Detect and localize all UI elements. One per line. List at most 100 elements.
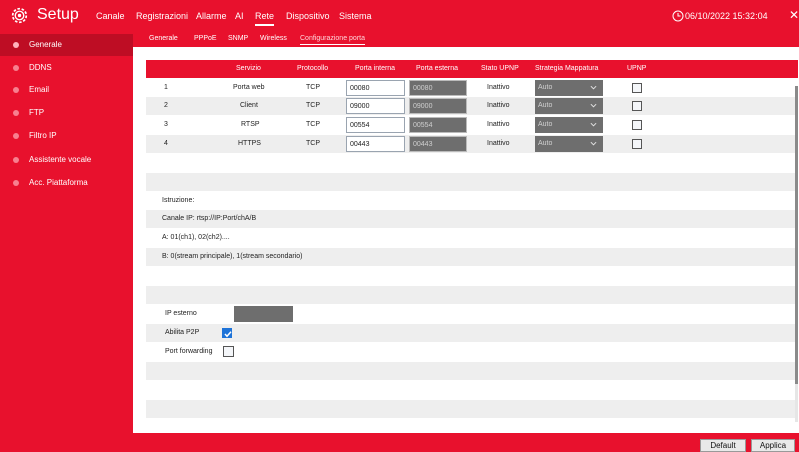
check-icon <box>224 331 232 338</box>
strategy-value: Auto <box>538 140 553 147</box>
tab-snmp[interactable]: SNMP <box>228 35 248 42</box>
mapping-strategy-select: Auto <box>535 136 603 152</box>
bullet-icon <box>13 157 19 163</box>
tab-pppoe[interactable]: PPPoE <box>194 35 217 42</box>
bullet-icon <box>13 87 19 93</box>
tab-configurazione-porta[interactable]: Configurazione porta <box>300 35 365 45</box>
default-button[interactable]: Default <box>700 439 746 452</box>
sidebar-item-ftp[interactable]: FTP <box>0 102 133 124</box>
table-row: 3 RTSP TCP 00554 00554 Inattivo Auto <box>146 116 798 134</box>
mapping-strategy-select: Auto <box>535 98 603 114</box>
sidebar-item-label: DDNS <box>29 63 52 72</box>
datetime: 06/10/2022 15:32:04 <box>685 11 768 21</box>
sidebar-item-email[interactable]: Email <box>0 79 133 101</box>
upnp-checkbox[interactable] <box>632 139 642 149</box>
nav-sistema[interactable]: Sistema <box>339 11 372 21</box>
external-port-input: 00443 <box>409 136 467 152</box>
p2p-label: Abilita P2P <box>165 329 200 336</box>
port-forward-checkbox[interactable] <box>223 346 234 357</box>
upnp-status: Inattivo <box>487 84 510 91</box>
sidebar-item-ddns[interactable]: DDNS <box>0 57 133 79</box>
internal-port-input[interactable]: 00443 <box>346 136 405 152</box>
chevron-down-icon <box>590 103 597 108</box>
protocol: TCP <box>306 140 320 147</box>
sidebar-item-assistente-vocale[interactable]: Assistente vocale <box>0 149 133 171</box>
col-servizio: Servizio <box>236 65 261 72</box>
bullet-icon <box>13 65 19 71</box>
service-name: Client <box>240 102 258 109</box>
sidebar-item-acc-piattaforma[interactable]: Acc. Piattaforma <box>0 172 133 194</box>
strategy-value: Auto <box>538 121 553 128</box>
instruction-heading: Istruzione: <box>162 197 195 204</box>
external-ip-field <box>234 306 293 322</box>
nav-canale[interactable]: Canale <box>96 11 125 21</box>
protocol: TCP <box>306 84 320 91</box>
sidebar-item-generale[interactable]: Generale <box>0 34 133 56</box>
chevron-down-icon <box>590 122 597 127</box>
protocol: TCP <box>306 121 320 128</box>
spacer-row <box>146 400 798 418</box>
service-name: RTSP <box>241 121 260 128</box>
bullet-icon <box>13 42 19 48</box>
col-protocollo: Protocollo <box>297 65 329 72</box>
spacer-row <box>146 173 798 191</box>
nav-ai[interactable]: AI <box>235 11 244 21</box>
table-row: 4 HTTPS TCP 00443 00443 Inattivo Auto <box>146 135 798 153</box>
port-forward-label: Port forwarding <box>165 348 213 355</box>
tab-wireless[interactable]: Wireless <box>260 35 287 42</box>
service-name: Porta web <box>233 84 265 91</box>
internal-port-input[interactable]: 09000 <box>346 98 405 114</box>
instruction-line: A: 01(ch1), 02(ch2).... <box>162 234 230 241</box>
bullet-icon <box>13 133 19 139</box>
row-number: 4 <box>164 140 168 147</box>
apply-button[interactable]: Applica <box>751 439 795 452</box>
sidebar-item-label: Assistente vocale <box>29 155 92 164</box>
instruction-row: A: 01(ch1), 02(ch2).... <box>146 229 798 247</box>
nav-dispositivo[interactable]: Dispositivo <box>286 11 330 21</box>
upnp-checkbox[interactable] <box>632 101 642 111</box>
upnp-checkbox[interactable] <box>632 83 642 93</box>
instruction-line: Canale IP: rtsp://IP:Port/chA/B <box>162 215 257 222</box>
sub-tabs: Generale PPPoE SNMP Wireless Configurazi… <box>133 31 799 47</box>
nav-registrazioni[interactable]: Registrazioni <box>136 11 188 21</box>
protocol: TCP <box>306 102 320 109</box>
col-porta-esterna: Porta esterna <box>416 65 459 72</box>
external-ip-row: IP esterno <box>146 305 798 323</box>
nav-rete[interactable]: Rete <box>255 11 275 26</box>
close-icon[interactable]: ✕ <box>789 9 799 21</box>
external-ip-label: IP esterno <box>165 310 197 317</box>
tab-generale[interactable]: Generale <box>149 35 178 42</box>
internal-port-input[interactable]: 00554 <box>346 117 405 133</box>
strategy-value: Auto <box>538 102 553 109</box>
internal-port-input[interactable]: 00080 <box>346 80 405 96</box>
strategy-value: Auto <box>538 84 553 91</box>
col-stato-upnp: Stato UPNP <box>481 65 519 72</box>
row-number: 3 <box>164 121 168 128</box>
external-port-input: 00080 <box>409 80 467 96</box>
bullet-icon <box>13 110 19 116</box>
col-porta-interna: Porta interna <box>355 65 396 72</box>
bullet-icon <box>13 180 19 186</box>
upnp-status: Inattivo <box>487 102 510 109</box>
spacer-row <box>146 286 798 304</box>
p2p-checkbox[interactable] <box>222 328 232 338</box>
p2p-row: Abilita P2P <box>146 324 798 342</box>
nav-allarme[interactable]: Allarme <box>196 11 227 21</box>
table-row: 1 Porta web TCP 00080 00080 Inattivo Aut… <box>146 79 798 97</box>
instruction-row: B: 0(stream principale), 1(stream second… <box>146 248 798 266</box>
mapping-strategy-select: Auto <box>535 117 603 133</box>
upnp-status: Inattivo <box>487 121 510 128</box>
clock-icon <box>672 10 684 22</box>
row-number: 1 <box>164 84 168 91</box>
sidebar-item-label: FTP <box>29 108 45 117</box>
port-config-panel: Servizio Protocollo Porta interna Porta … <box>133 47 799 433</box>
table-row: 2 Client TCP 09000 09000 Inattivo Auto <box>146 97 798 115</box>
sidebar-item-filtro-ip[interactable]: Filtro IP <box>0 125 133 147</box>
sidebar-item-label: Filtro IP <box>29 131 57 140</box>
sidebar-item-label: Email <box>29 85 50 94</box>
upnp-checkbox[interactable] <box>632 120 642 130</box>
external-port-input: 09000 <box>409 98 467 114</box>
upnp-status: Inattivo <box>487 140 510 147</box>
instruction-line: B: 0(stream principale), 1(stream second… <box>162 253 303 260</box>
scrollbar-thumb[interactable] <box>795 86 798 384</box>
